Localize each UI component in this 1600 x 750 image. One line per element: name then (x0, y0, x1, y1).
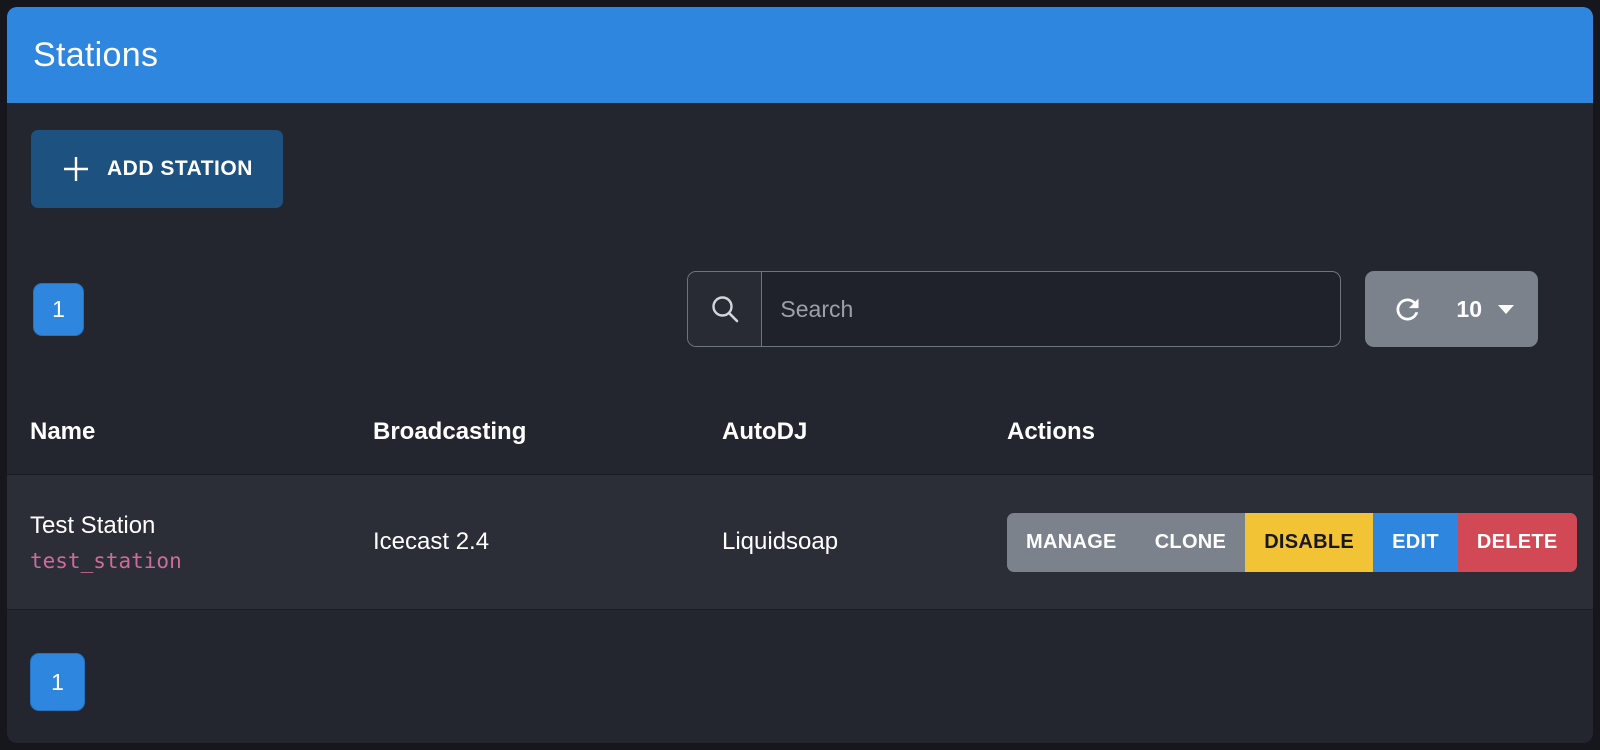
chevron-down-icon (1498, 305, 1514, 314)
table-row: Test Station test_station Icecast 2.4 Li… (7, 474, 1593, 610)
column-header-actions: Actions (1007, 418, 1593, 446)
stations-table: Name Broadcasting AutoDJ Actions Test St… (7, 390, 1593, 610)
delete-button[interactable]: DELETE (1458, 513, 1577, 572)
bottom-pagination: 1 (30, 653, 1593, 711)
pagination-page-1-bottom[interactable]: 1 (30, 653, 85, 711)
add-station-label: ADD STATION (107, 157, 253, 181)
edit-button[interactable]: EDIT (1373, 513, 1458, 572)
table-header-row: Name Broadcasting AutoDJ Actions (7, 390, 1593, 474)
add-station-button[interactable]: ADD STATION (31, 130, 283, 208)
page-background: Stations ADD STATION 1 (0, 0, 1600, 750)
page-title: Stations (33, 36, 158, 75)
perpage-group: 10 (1365, 271, 1538, 347)
search-group (687, 271, 1341, 347)
station-shortcode[interactable]: test_station (30, 549, 373, 573)
manage-button[interactable]: MANAGE (1007, 513, 1136, 572)
actions-cell: MANAGE CLONE DISABLE EDIT DELETE (1007, 513, 1593, 572)
search-input[interactable] (762, 272, 1340, 346)
card-header: Stations (7, 7, 1593, 103)
search-prepend (688, 272, 762, 346)
stations-card: Stations ADD STATION 1 (7, 7, 1593, 743)
refresh-icon (1391, 293, 1424, 326)
actions-button-group: MANAGE CLONE DISABLE EDIT DELETE (1007, 513, 1577, 572)
autodj-cell: Liquidsoap (722, 528, 1007, 556)
controls-row: 1 (7, 271, 1593, 347)
per-page-dropdown[interactable]: 10 (1438, 271, 1538, 347)
search-icon (708, 292, 742, 326)
plus-icon (61, 154, 91, 184)
disable-button[interactable]: DISABLE (1245, 513, 1373, 572)
column-header-name: Name (30, 418, 373, 446)
column-header-broadcasting: Broadcasting (373, 418, 722, 446)
per-page-value: 10 (1456, 296, 1482, 323)
clone-button[interactable]: CLONE (1136, 513, 1246, 572)
station-name-cell: Test Station test_station (30, 512, 373, 573)
broadcasting-cell: Icecast 2.4 (373, 528, 722, 556)
add-station-row: ADD STATION (31, 130, 1593, 208)
refresh-button[interactable] (1365, 271, 1438, 347)
card-body: ADD STATION 1 (7, 103, 1593, 743)
station-name: Test Station (30, 512, 373, 540)
column-header-autodj: AutoDJ (722, 418, 1007, 446)
pagination-page-1-top[interactable]: 1 (33, 283, 84, 336)
